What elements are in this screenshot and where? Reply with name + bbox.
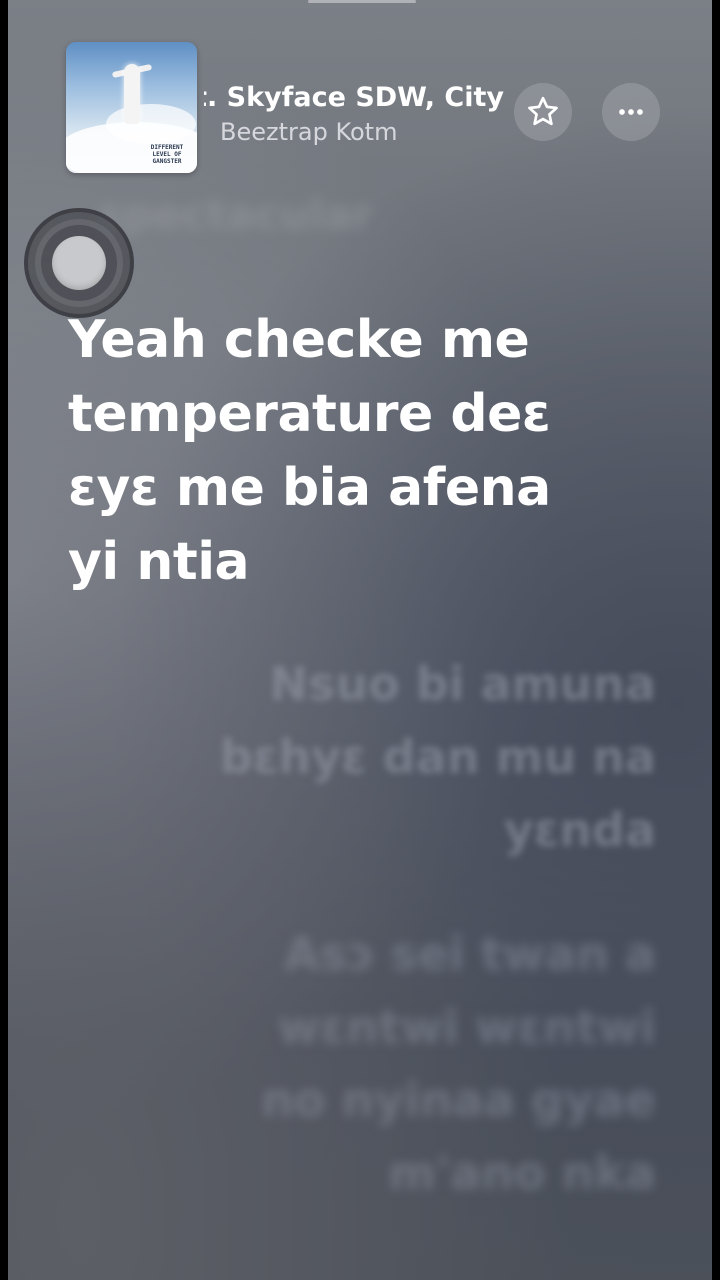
- album-art[interactable]: DIFFERENT LEVEL OF GANGSTER: [66, 42, 197, 173]
- upcoming-lyric-line: wɛntwi wɛntwi: [277, 1000, 656, 1054]
- previous-lyric-line[interactable]: spectacular: [98, 190, 373, 239]
- upcoming-lyric-line: bɛhyɛ dan mu na: [219, 730, 656, 784]
- upcoming-lyric-line: Asɔ sei twan a: [284, 927, 656, 981]
- ellipsis-icon: [619, 109, 643, 115]
- current-lyric[interactable]: Yeah checke me temperature deɛ ɛyɛ me bi…: [68, 303, 628, 599]
- album-art-text: DIFFERENT LEVEL OF GANGSTER: [143, 144, 191, 165]
- more-options-button[interactable]: [602, 83, 660, 141]
- album-cloud: [106, 104, 196, 144]
- sheet-grabber[interactable]: [308, 0, 416, 3]
- album-art-line: GANGSTER: [152, 158, 182, 165]
- upcoming-lyric-line: yɛnda: [503, 803, 656, 857]
- upcoming-lyric[interactable]: Asɔ sei twan a wɛntwi wɛntwi no nyinaa g…: [261, 918, 656, 1210]
- song-title: at. Skyface SDW, City: [204, 82, 504, 113]
- lyrics-screen: DIFFERENT LEVEL OF GANGSTER at. Skyface …: [8, 0, 712, 1280]
- artist-name[interactable]: Beeztrap Kotm: [220, 115, 397, 149]
- upcoming-lyric[interactable]: Nsuo bi amuna bɛhyɛ dan mu na yɛnda: [220, 648, 656, 867]
- favorite-button[interactable]: [514, 83, 572, 141]
- current-lyric-line: yi ntia: [68, 532, 250, 592]
- song-title-marquee[interactable]: at. Skyface SDW, City: [204, 80, 504, 120]
- assistive-touch-icon: [52, 236, 106, 290]
- star-icon: [528, 96, 558, 126]
- current-lyric-line: temperature deɛ: [68, 384, 551, 444]
- upcoming-lyric-line: Nsuo bi amuna: [269, 657, 656, 711]
- upcoming-lyric-line: no nyinaa gyae: [261, 1073, 656, 1127]
- upcoming-lyric-line: m'ano nka: [388, 1146, 656, 1200]
- current-lyric-line: Yeah checke me: [68, 310, 530, 370]
- album-art-line: LEVEL OF: [152, 151, 182, 158]
- album-figure: [124, 64, 140, 124]
- album-art-line: DIFFERENT: [150, 144, 184, 151]
- current-lyric-line: ɛyɛ me bia afena: [68, 458, 551, 518]
